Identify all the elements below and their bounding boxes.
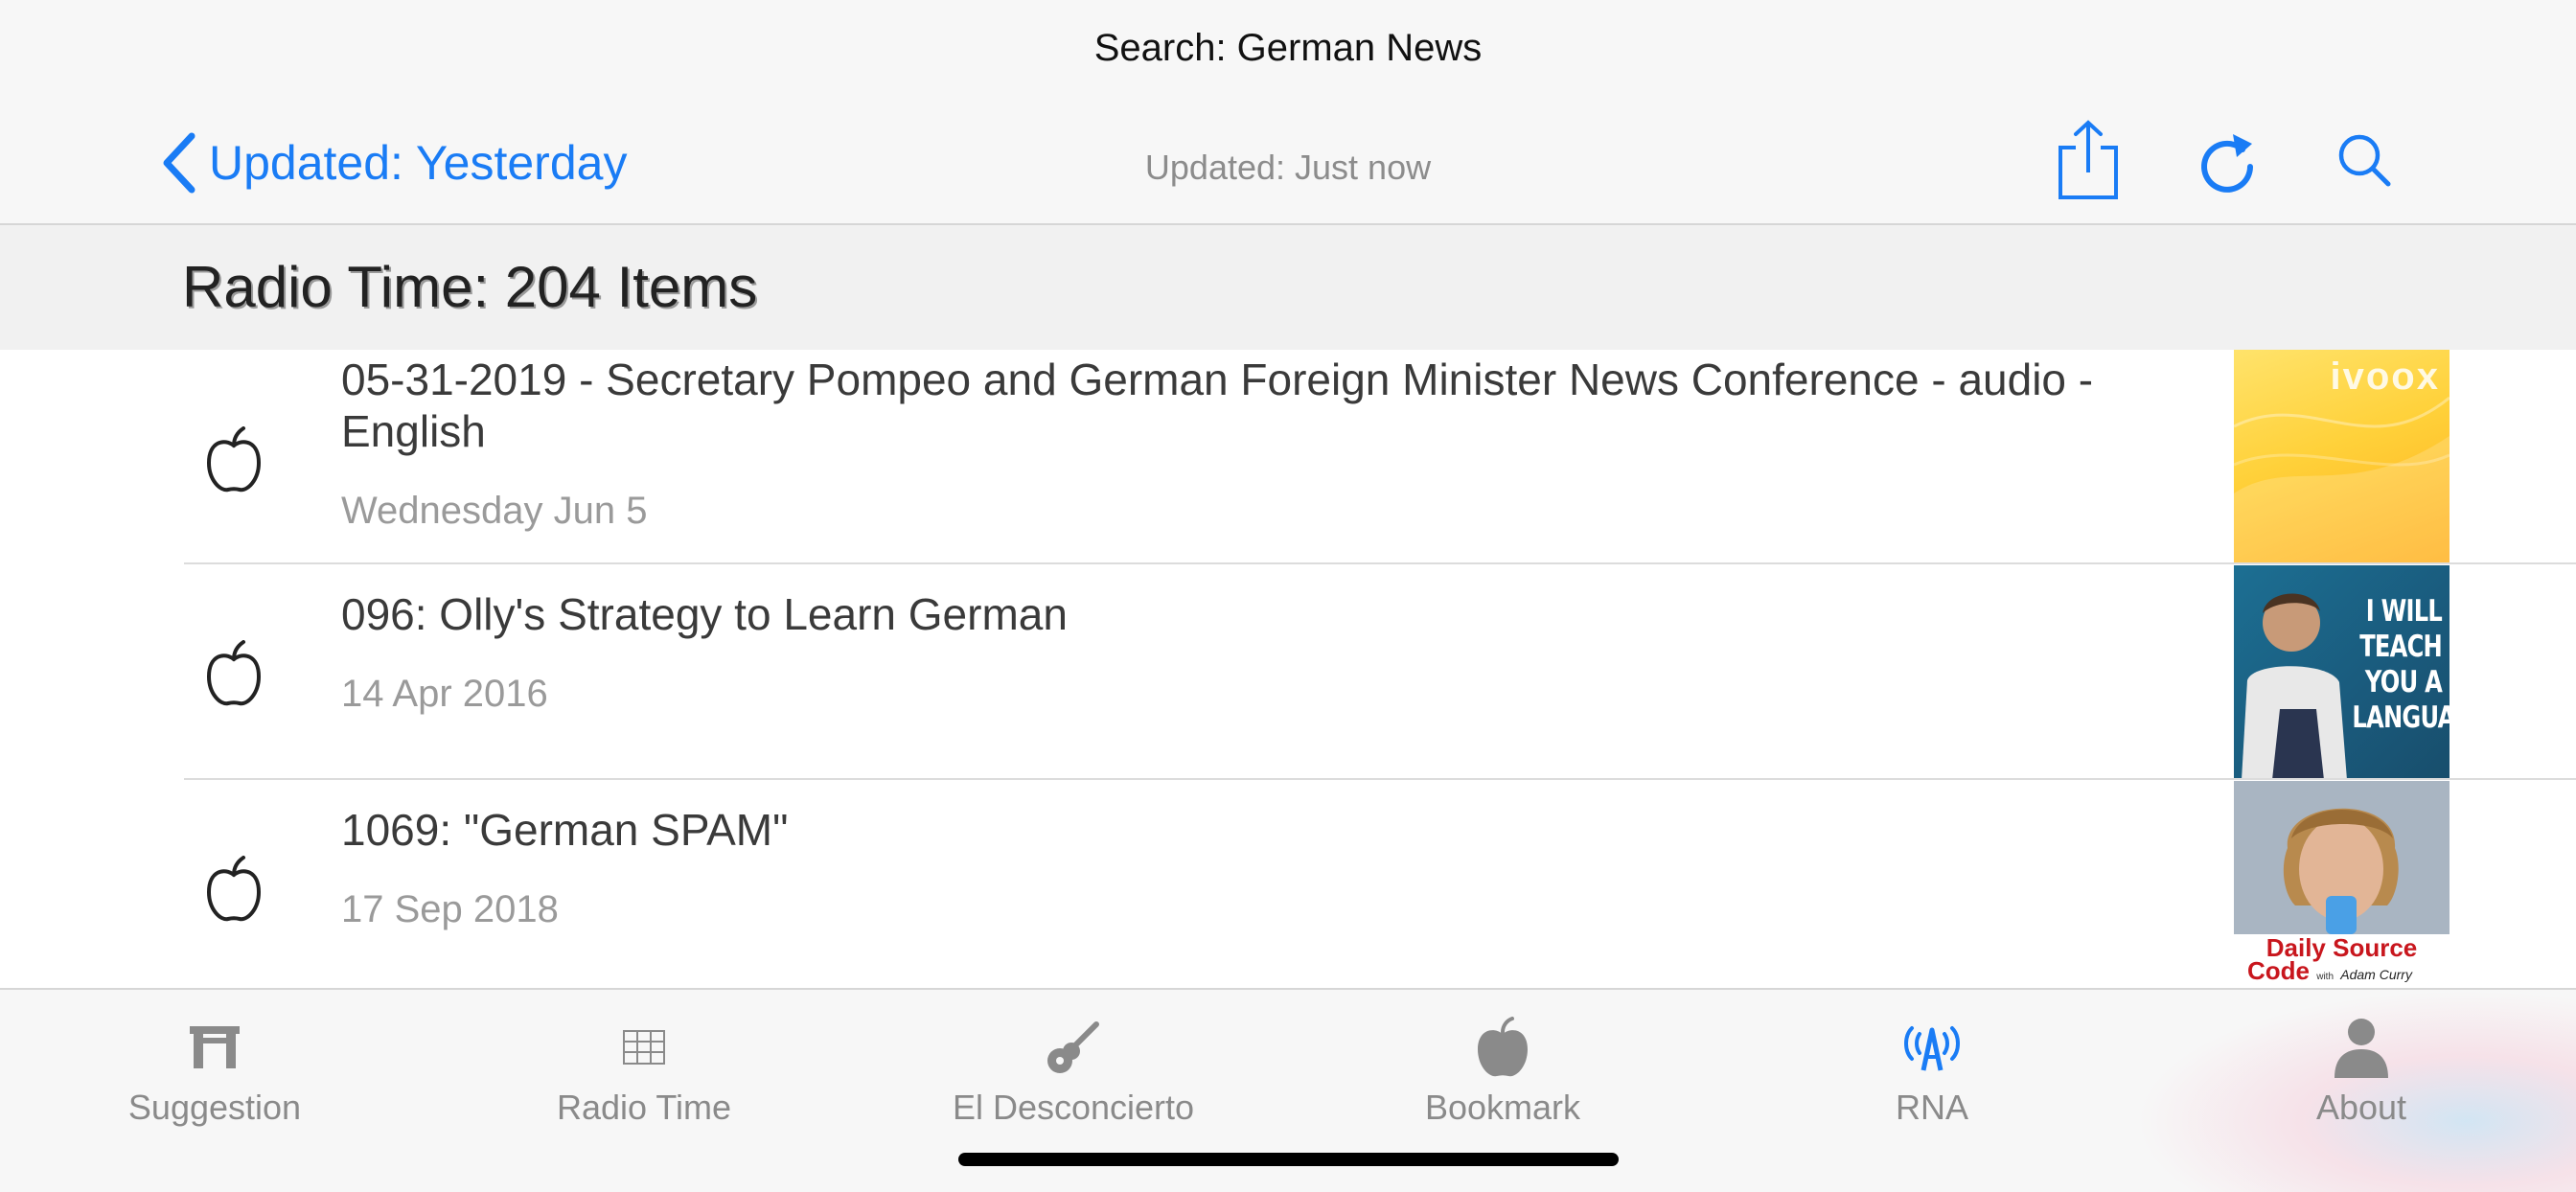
section-title: Radio Time: 204 Items bbox=[182, 255, 758, 319]
artwork-text: YOU A bbox=[2364, 665, 2443, 699]
item-title: 05-31-2019 - Secretary Pompeo and German… bbox=[341, 355, 2094, 456]
list-item[interactable]: 05-31-2019 - Secretary Pompeo and German… bbox=[0, 350, 2576, 564]
item-title: 096: Olly's Strategy to Learn German bbox=[341, 589, 1068, 639]
artwork-text: LANGUAGE bbox=[2352, 700, 2450, 735]
tab-label: El Desconcierto bbox=[952, 1088, 1195, 1127]
podcast-artwork: ivoox bbox=[2234, 350, 2450, 564]
tab-label: Radio Time bbox=[556, 1088, 732, 1127]
gate-icon bbox=[190, 1026, 240, 1068]
artwork-text: I WILL bbox=[2365, 594, 2443, 629]
nav-title: Search: German News bbox=[1093, 27, 1483, 69]
tab-radio-time[interactable]: Radio Time bbox=[429, 990, 859, 1153]
tab-about[interactable]: About bbox=[2147, 990, 2576, 1153]
podcast-artwork: Daily Source Code with Adam Curry bbox=[2234, 781, 2450, 988]
tab-bookmark[interactable]: Bookmark bbox=[1288, 990, 1717, 1153]
row-divider bbox=[184, 562, 2576, 564]
list-item[interactable]: 1069: "German SPAM" 17 Sep 2018 Daily So… bbox=[0, 781, 2576, 996]
tab-label: RNA bbox=[1895, 1088, 1968, 1127]
refresh-button[interactable] bbox=[2196, 125, 2258, 194]
home-indicator bbox=[958, 1153, 1619, 1166]
item-date: 14 Apr 2016 bbox=[341, 673, 548, 715]
tab-el-desconcierto[interactable]: El Desconcierto bbox=[859, 990, 1288, 1153]
item-title: 1069: "German SPAM" bbox=[341, 805, 789, 855]
refresh-icon bbox=[2201, 134, 2253, 193]
section-header: Radio Time: 204 Items bbox=[0, 225, 2576, 350]
share-button[interactable] bbox=[2057, 119, 2120, 201]
item-date: 17 Sep 2018 bbox=[341, 888, 559, 930]
tab-rna[interactable]: RNA bbox=[1717, 990, 2147, 1153]
row-divider bbox=[184, 778, 2576, 780]
search-icon bbox=[2338, 134, 2391, 187]
nav-subtitle: Updated: Just now bbox=[1144, 148, 1432, 187]
artwork-text: TEACH bbox=[2359, 630, 2443, 664]
grid-icon bbox=[623, 1030, 665, 1065]
antenna-icon bbox=[1904, 1026, 1960, 1071]
artwork-text: Adam Curry bbox=[2340, 967, 2412, 982]
artwork-text: Code bbox=[2247, 956, 2310, 985]
share-icon bbox=[2058, 120, 2118, 199]
tab-label: About bbox=[2315, 1088, 2407, 1127]
list-item[interactable]: 096: Olly's Strategy to Learn German 14 … bbox=[0, 565, 2576, 780]
person-icon bbox=[2334, 1019, 2388, 1078]
tab-suggestion[interactable]: Suggestion bbox=[0, 990, 429, 1153]
apple-icon bbox=[206, 856, 262, 922]
item-date: Wednesday Jun 5 bbox=[341, 490, 648, 532]
apple-icon bbox=[206, 640, 262, 706]
navigation-bar: Search: German News Updated: Yesterday U… bbox=[0, 0, 2576, 225]
tab-label: Suggestion bbox=[127, 1088, 302, 1127]
artwork-text: with bbox=[2316, 972, 2334, 982]
apple-icon bbox=[206, 426, 262, 493]
apple-icon bbox=[1478, 1017, 1528, 1077]
podcast-artwork: I WILL TEACH YOU A LANGUAGE bbox=[2234, 565, 2450, 780]
tab-label: Bookmark bbox=[1424, 1088, 1581, 1127]
guitar-icon bbox=[1047, 1021, 1099, 1073]
artwork-text: ivoox bbox=[2330, 355, 2440, 398]
search-button[interactable] bbox=[2336, 132, 2392, 188]
